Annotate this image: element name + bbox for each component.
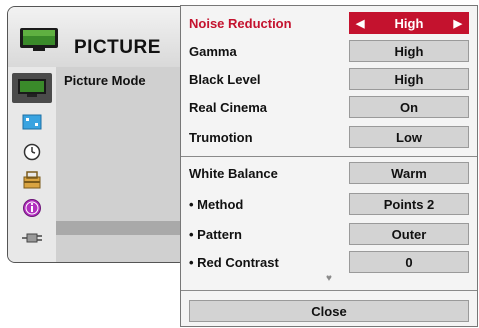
setting-row-noise-reduction[interactable]: Noise Reduction ◀ High ▶	[181, 10, 477, 38]
picture-submenu: Picture Mode	[56, 67, 186, 262]
close-divider	[181, 290, 477, 291]
picture-mode-label[interactable]: Picture Mode	[64, 73, 146, 88]
setting-label: Trumotion	[189, 130, 253, 145]
section-divider	[181, 156, 477, 157]
info-icon[interactable]	[18, 197, 46, 219]
clock-icon[interactable]	[18, 141, 46, 163]
setting-value: High	[394, 15, 424, 31]
setting-row-white-balance[interactable]: White Balance Warm	[181, 160, 477, 188]
setting-row-gamma[interactable]: Gamma High	[181, 38, 477, 66]
setting-label: Gamma	[189, 44, 237, 59]
setting-row-pattern[interactable]: • Pattern Outer	[181, 221, 477, 249]
real-cinema-value[interactable]: On	[349, 96, 469, 118]
setting-label: • Red Contrast	[189, 255, 279, 270]
setting-row-black-level[interactable]: Black Level High	[181, 66, 477, 94]
lock-icon[interactable]	[18, 169, 46, 191]
menu-title: PICTURE	[74, 37, 161, 58]
tv-icon	[20, 28, 58, 51]
black-level-value[interactable]: High	[349, 68, 469, 90]
left-arrow-icon[interactable]: ◀	[356, 17, 364, 31]
picture-menu-panel: PICTURE Picture Mode	[7, 6, 187, 263]
close-button[interactable]: Close	[189, 300, 469, 322]
setting-label: Noise Reduction	[189, 16, 292, 31]
scroll-down-indicator-icon[interactable]: ♥	[181, 273, 477, 284]
white-balance-value[interactable]: Warm	[349, 162, 469, 184]
menu-header: PICTURE	[8, 7, 186, 67]
advanced-picture-settings-panel: Noise Reduction ◀ High ▶ Gamma High Blac…	[180, 5, 478, 327]
setting-row-method[interactable]: • Method Points 2	[181, 191, 477, 219]
setting-label: Black Level	[189, 72, 261, 87]
setting-label: White Balance	[189, 166, 278, 181]
pattern-value[interactable]: Outer	[349, 223, 469, 245]
setting-row-real-cinema[interactable]: Real Cinema On	[181, 94, 477, 122]
screen-icon[interactable]	[18, 111, 46, 133]
plug-icon[interactable]	[18, 227, 46, 249]
setting-row-trumotion[interactable]: Trumotion Low	[181, 124, 477, 152]
trumotion-value[interactable]: Low	[349, 126, 469, 148]
noise-reduction-selector[interactable]: ◀ High ▶	[349, 12, 469, 34]
setting-label: • Method	[189, 197, 244, 212]
red-contrast-value[interactable]: 0	[349, 251, 469, 273]
setting-label: Real Cinema	[189, 100, 268, 115]
setting-label: • Pattern	[189, 227, 242, 242]
category-icon-strip	[8, 67, 56, 262]
picture-category-icon[interactable]	[12, 73, 52, 103]
gamma-value[interactable]: High	[349, 40, 469, 62]
right-arrow-icon[interactable]: ▶	[454, 17, 462, 31]
submenu-highlight-row	[56, 221, 186, 235]
method-value[interactable]: Points 2	[349, 193, 469, 215]
